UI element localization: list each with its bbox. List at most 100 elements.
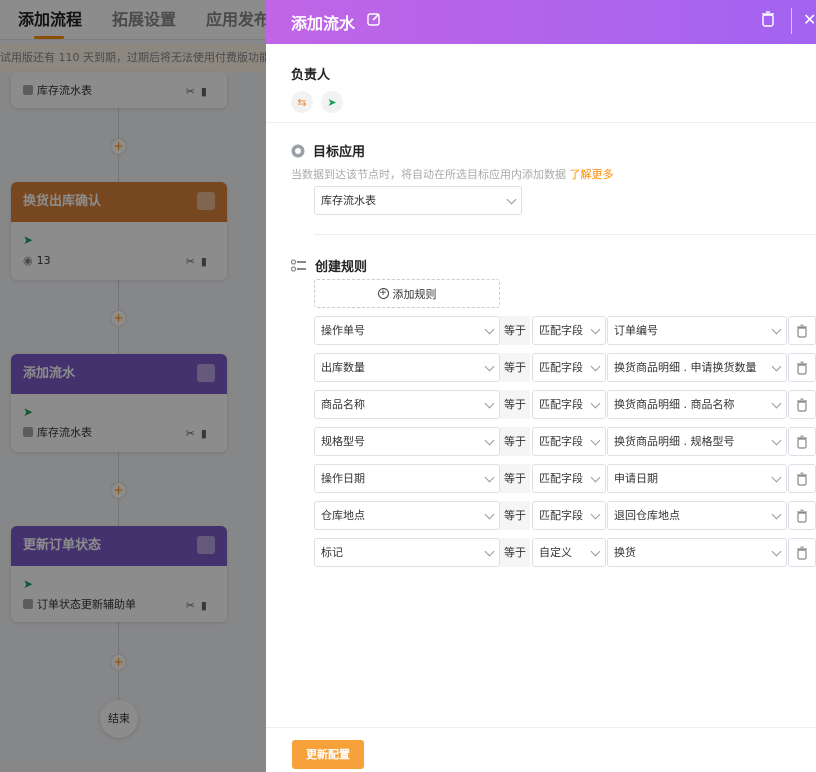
header-divider bbox=[791, 8, 792, 34]
chevron-down-icon bbox=[771, 546, 782, 557]
equals-label: 等于 bbox=[500, 353, 530, 382]
rule-value-select[interactable]: 换货 bbox=[607, 538, 787, 567]
owner-label: 负责人 bbox=[291, 68, 331, 83]
rule-field-value: 操作日期 bbox=[321, 472, 365, 485]
chevron-down-icon bbox=[484, 546, 495, 557]
rules-title: 创建规则 bbox=[315, 260, 368, 275]
trash-icon[interactable] bbox=[760, 10, 776, 28]
section-divider bbox=[266, 122, 816, 123]
chevron-down-icon bbox=[771, 472, 782, 483]
rule-field-select[interactable]: 规格型号 bbox=[314, 427, 500, 456]
hint-text: 当数据到达该节点时，将自动在所选目标应用内添加数据 bbox=[291, 168, 566, 181]
target-app-select[interactable]: 库存流水表 bbox=[314, 186, 522, 215]
target-app-hint: 当数据到达该节点时，将自动在所选目标应用内添加数据 了解更多 bbox=[291, 166, 614, 182]
rule-field-select[interactable]: 操作日期 bbox=[314, 464, 500, 493]
swap-icon[interactable]: ⇆ bbox=[291, 91, 313, 113]
rule-value-select[interactable]: 换货商品明细 . 规格型号 bbox=[607, 427, 787, 456]
rule-value: 申请日期 bbox=[614, 472, 658, 485]
chevron-down-icon bbox=[771, 398, 782, 409]
chevron-down-icon bbox=[484, 398, 495, 409]
trash-icon bbox=[796, 435, 808, 449]
equals-label: 等于 bbox=[500, 390, 530, 419]
rule-mode-select[interactable]: 匹配字段 bbox=[532, 353, 606, 382]
rule-field-select[interactable]: 标记 bbox=[314, 538, 500, 567]
plus-icon: + bbox=[377, 288, 389, 299]
rule-mode-select[interactable]: 匹配字段 bbox=[532, 427, 606, 456]
rule-field-value: 仓库地点 bbox=[321, 509, 365, 522]
chevron-down-icon bbox=[506, 194, 517, 205]
rule-field-select[interactable]: 仓库地点 bbox=[314, 501, 500, 530]
chevron-down-icon bbox=[590, 472, 601, 483]
target-app-icon bbox=[291, 144, 305, 157]
chevron-down-icon bbox=[484, 435, 495, 446]
rule-field-value: 标记 bbox=[321, 546, 343, 559]
rules-list-icon bbox=[291, 258, 306, 272]
rule-field-value: 出库数量 bbox=[321, 361, 365, 374]
delete-rule-button[interactable] bbox=[788, 353, 816, 382]
chevron-down-icon bbox=[484, 472, 495, 483]
equals-label: 等于 bbox=[500, 538, 530, 567]
equals-label: 等于 bbox=[500, 501, 530, 530]
rule-mode-value: 匹配字段 bbox=[539, 472, 583, 485]
rule-value-select[interactable]: 退回仓库地点 bbox=[607, 501, 787, 530]
rule-value: 换货商品明细 . 申请换货数量 bbox=[614, 361, 757, 374]
rule-value-select[interactable]: 申请日期 bbox=[607, 464, 787, 493]
rule-mode-value: 匹配字段 bbox=[539, 398, 583, 411]
edit-icon[interactable] bbox=[366, 11, 382, 27]
drawer-header: 添加流水 ✕ bbox=[266, 0, 816, 44]
delete-rule-button[interactable] bbox=[788, 538, 816, 567]
section-divider bbox=[314, 234, 816, 235]
chevron-down-icon bbox=[590, 324, 601, 335]
rule-value-select[interactable]: 订单编号 bbox=[607, 316, 787, 345]
rule-field-select[interactable]: 商品名称 bbox=[314, 390, 500, 419]
chevron-down-icon bbox=[590, 546, 601, 557]
trash-icon bbox=[796, 361, 808, 375]
delete-rule-button[interactable] bbox=[788, 316, 816, 345]
target-app-title-row: 目标应用 bbox=[291, 141, 365, 160]
rule-value: 订单编号 bbox=[614, 324, 658, 337]
rule-mode-select[interactable]: 匹配字段 bbox=[532, 501, 606, 530]
trash-icon bbox=[796, 472, 808, 486]
send-icon[interactable]: ➤ bbox=[321, 91, 343, 113]
trash-icon bbox=[796, 509, 808, 523]
chevron-down-icon bbox=[771, 361, 782, 372]
chevron-down-icon bbox=[590, 509, 601, 520]
rules-title-row: 创建规则 bbox=[291, 256, 367, 275]
equals-label: 等于 bbox=[500, 464, 530, 493]
update-config-button[interactable]: 更新配置 bbox=[292, 740, 364, 769]
trash-icon bbox=[796, 324, 808, 338]
rule-mode-select[interactable]: 匹配字段 bbox=[532, 464, 606, 493]
rule-mode-select[interactable]: 自定义 bbox=[532, 538, 606, 567]
chevron-down-icon bbox=[590, 361, 601, 372]
rule-mode-value: 自定义 bbox=[539, 546, 572, 559]
chevron-down-icon bbox=[484, 324, 495, 335]
delete-rule-button[interactable] bbox=[788, 390, 816, 419]
rule-mode-value: 匹配字段 bbox=[539, 509, 583, 522]
equals-label: 等于 bbox=[500, 316, 530, 345]
delete-rule-button[interactable] bbox=[788, 464, 816, 493]
chevron-down-icon bbox=[590, 435, 601, 446]
drawer-title: 添加流水 bbox=[291, 14, 356, 33]
learn-more-link[interactable]: 了解更多 bbox=[570, 168, 614, 181]
delete-rule-button[interactable] bbox=[788, 427, 816, 456]
chevron-down-icon bbox=[771, 324, 782, 335]
rule-field-value: 规格型号 bbox=[321, 435, 365, 448]
rule-value: 换货商品明细 . 规格型号 bbox=[614, 435, 735, 448]
trash-icon bbox=[796, 546, 808, 560]
add-rule-label: 添加规则 bbox=[392, 287, 437, 301]
delete-rule-button[interactable] bbox=[788, 501, 816, 530]
rule-mode-value: 匹配字段 bbox=[539, 361, 583, 374]
node-config-drawer: 添加流水 ✕ 负责人 ⇆ ➤ 目标应用 当数据到达该节点时，将自动在所选目标应用… bbox=[266, 0, 816, 772]
rule-field-select[interactable]: 操作单号 bbox=[314, 316, 500, 345]
rule-field-value: 操作单号 bbox=[321, 324, 365, 337]
rule-value-select[interactable]: 换货商品明细 . 申请换货数量 bbox=[607, 353, 787, 382]
rule-mode-select[interactable]: 匹配字段 bbox=[532, 390, 606, 419]
add-rule-button[interactable]: + 添加规则 bbox=[314, 279, 500, 308]
chevron-down-icon bbox=[590, 398, 601, 409]
rule-mode-select[interactable]: 匹配字段 bbox=[532, 316, 606, 345]
rule-mode-value: 匹配字段 bbox=[539, 435, 583, 448]
target-app-title: 目标应用 bbox=[313, 145, 366, 160]
rule-field-select[interactable]: 出库数量 bbox=[314, 353, 500, 382]
rule-value-select[interactable]: 换货商品明细 . 商品名称 bbox=[607, 390, 787, 419]
close-icon[interactable]: ✕ bbox=[803, 10, 816, 29]
